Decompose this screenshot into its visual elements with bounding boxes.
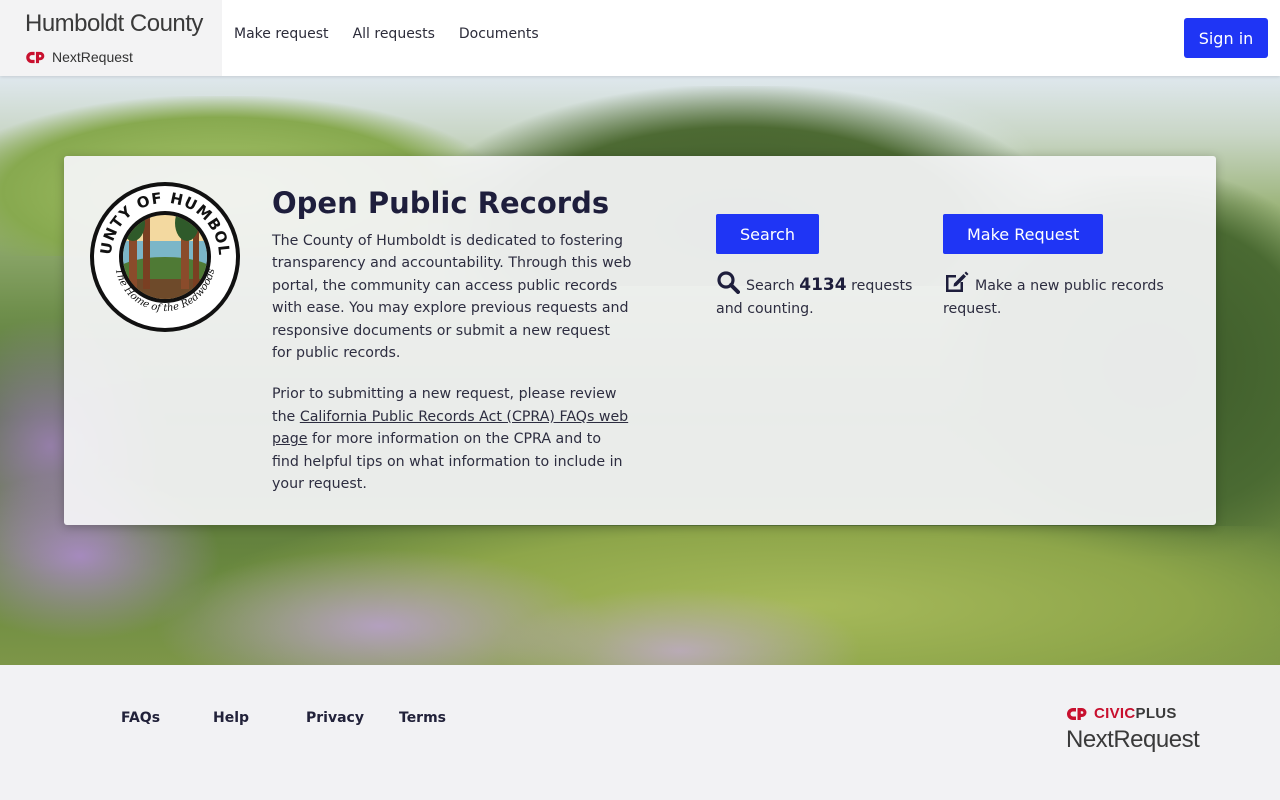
footer-link-terms[interactable]: Terms (399, 710, 459, 726)
edit-icon (946, 271, 969, 292)
intro-text: The County of Humboldt is dedicated to f… (272, 230, 632, 495)
search-action: Search Search 4134 requests and counting… (716, 214, 916, 320)
nav-all-requests[interactable]: All requests (353, 26, 435, 42)
cpra-paragraph: Prior to submitting a new request, pleas… (272, 383, 632, 495)
nav-make-request[interactable]: Make request (234, 26, 329, 42)
after-link-text: for more information on the CPRA and to … (272, 431, 623, 493)
nextrequest-logo-icon (26, 51, 45, 63)
brand-subtitle: NextRequest (25, 49, 133, 65)
footer-link-help[interactable]: Help (213, 710, 306, 726)
search-button[interactable]: Search (716, 214, 819, 254)
county-seal-logo: COUNTY OF HUMBOLDT The Home of the Redwo… (89, 181, 240, 332)
brand-title[interactable]: Humboldt County (25, 10, 203, 38)
site-header: Humboldt County NextRequest Make request… (0, 0, 1280, 76)
footer-link-privacy[interactable]: Privacy (306, 710, 399, 726)
civic-brand-text: CIVIC (1094, 705, 1136, 722)
brand-sub-label: NextRequest (52, 49, 133, 65)
search-desc-prefix: Search (746, 278, 795, 294)
search-icon (717, 271, 740, 294)
brand-block[interactable]: Humboldt County NextRequest (0, 0, 222, 76)
sign-in-button[interactable]: Sign in (1184, 18, 1268, 58)
request-count: 4134 (799, 275, 847, 295)
intro-card: COUNTY OF HUMBOLDT The Home of the Redwo… (64, 156, 1216, 525)
civicplus-brand[interactable]: CIVICPLUS NextRequest (1066, 705, 1200, 754)
make-request-action: Make Request Make a new public records r… (943, 214, 1183, 320)
nav-documents[interactable]: Documents (459, 26, 539, 42)
make-request-desc: Make a new public records request. (943, 278, 1164, 317)
civic-brand-plus: PLUS (1135, 705, 1177, 722)
make-request-description: Make a new public records request. (943, 270, 1183, 320)
main-nav: Make request All requests Documents (234, 26, 539, 42)
site-footer: FAQs Help Privacy Terms CIVICPLUS NextRe… (0, 665, 1280, 800)
footer-link-faqs[interactable]: FAQs (121, 710, 213, 726)
footer-links: FAQs Help Privacy Terms (121, 710, 459, 726)
intro-paragraph: The County of Humboldt is dedicated to f… (272, 233, 632, 362)
page-title: Open Public Records (272, 186, 610, 220)
civic-product-name: NextRequest (1066, 726, 1200, 753)
civicplus-logo-icon (1067, 707, 1087, 720)
civicplus-logo: CIVICPLUS (1066, 705, 1199, 722)
search-description: Search 4134 requests and counting. (716, 270, 916, 320)
make-request-button[interactable]: Make Request (943, 214, 1104, 254)
